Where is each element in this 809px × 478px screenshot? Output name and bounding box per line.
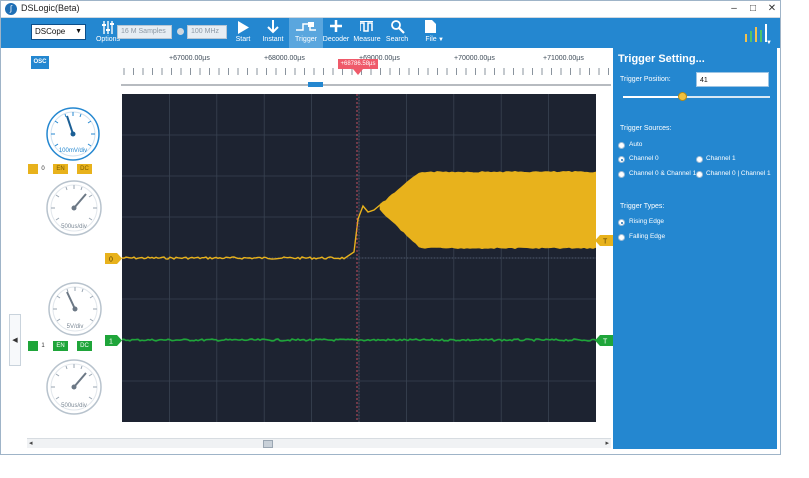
ch1-trigger-marker[interactable]: T <box>595 335 613 346</box>
ch0-enable-toggle[interactable]: EN <box>53 164 68 174</box>
cursor-pointer-icon <box>353 69 363 75</box>
ruler-label: +71000.00µs <box>543 55 584 62</box>
minimize-button[interactable]: – <box>725 2 743 16</box>
waveform-canvas <box>122 94 596 422</box>
window-title: DSLogic(Beta) <box>21 3 80 13</box>
toolbar: DSCope ▼ Options 16 M Samples 100 MHz St… <box>1 18 780 48</box>
ch1-trig-text: T <box>603 339 608 346</box>
horizontal-scrollbar[interactable]: ◂ ▸ <box>27 438 611 448</box>
trigger-position-slider-handle[interactable] <box>678 92 688 101</box>
osc-mode-button[interactable]: OSC <box>31 56 49 69</box>
ch0-coupling-toggle[interactable]: DC <box>77 164 92 174</box>
app-logo-icon: ∫ <box>5 3 17 15</box>
maximize-button[interactable]: □ <box>744 2 762 16</box>
app-window: ∫ DSLogic(Beta) – □ ✕ DSCope ▼ Options 1… <box>0 0 781 455</box>
ch0-oscillation-band <box>379 170 596 250</box>
type-falling-edge-radio[interactable] <box>618 234 625 241</box>
source-channel0-radio[interactable] <box>618 156 625 163</box>
trigger-icon <box>296 22 316 31</box>
separator-dot-icon <box>177 28 184 35</box>
waveform-display[interactable] <box>122 94 596 422</box>
source-channel0-label: Channel 0 <box>629 155 659 162</box>
chevron-down-icon: ▼ <box>438 37 444 43</box>
chevron-down-icon: ▼ <box>75 28 82 35</box>
source-channel1-label: Channel 1 <box>706 155 736 162</box>
ch0-trigger-marker[interactable]: T <box>595 235 613 246</box>
source-ch0-and-ch1-label: Channel 0 & Channel 1 <box>629 170 697 177</box>
trigger-sources-label: Trigger Sources: <box>620 125 672 132</box>
sample-count-field[interactable]: 16 M Samples <box>117 25 172 39</box>
scroll-right-arrow-icon[interactable]: ▸ <box>605 439 609 447</box>
file-icon <box>425 20 436 33</box>
source-ch0-and-ch1-radio[interactable] <box>618 171 625 178</box>
source-ch0-or-ch1-radio[interactable] <box>696 171 703 178</box>
ch0-level-marker[interactable]: 0 <box>105 253 123 264</box>
ch1-level-marker[interactable]: 1 <box>105 335 123 346</box>
source-channel1-radio[interactable] <box>696 156 703 163</box>
ch1-color-swatch: . <box>28 341 38 351</box>
measure-icon <box>360 21 373 32</box>
ch1-index: 1 <box>41 343 45 349</box>
trigger-position-input[interactable]: 41 <box>696 72 769 87</box>
title-bar: ∫ DSLogic(Beta) – □ ✕ <box>1 1 780 18</box>
device-select[interactable]: DSCope ▼ <box>31 24 86 40</box>
ch0-vdiv-label: 100mV/div <box>58 148 88 154</box>
type-rising-edge-radio[interactable] <box>618 219 625 226</box>
cursor-time-flag[interactable]: +68786.58µs <box>338 59 378 69</box>
ch1-tdiv-label: 500us/div <box>61 403 87 409</box>
scroll-left-arrow-icon[interactable]: ◂ <box>29 439 33 447</box>
chevron-down-icon[interactable]: ▼ <box>766 40 772 46</box>
viewport-indicator[interactable] <box>308 82 323 87</box>
ch0-color-swatch: . <box>28 164 38 174</box>
collapse-left-panel-button[interactable]: ◀ <box>9 314 21 366</box>
ch1-coupling-toggle[interactable]: DC <box>77 341 92 351</box>
sample-rate-field[interactable]: 100 MHz <box>187 25 227 39</box>
source-auto-label: Auto <box>629 141 643 148</box>
ch1-vdiv-label: 5V/div <box>66 324 84 330</box>
sliders-icon <box>102 21 114 34</box>
trigger-panel-title: Trigger Setting... <box>618 53 705 65</box>
play-icon <box>238 21 249 34</box>
source-ch0-or-ch1-label: Channel 0 | Channel 1 <box>706 170 771 177</box>
ch0-marker-text: 0 <box>109 257 113 264</box>
ch1-enable-toggle[interactable]: EN <box>53 341 68 351</box>
file-button[interactable]: File ▼ <box>411 18 451 48</box>
ruler-label: +67000.00µs <box>169 55 210 62</box>
close-button[interactable]: ✕ <box>763 2 780 16</box>
scrollbar-thumb[interactable] <box>263 440 273 448</box>
trigger-position-slider-fill <box>623 96 684 98</box>
type-falling-edge-label: Falling Edge <box>629 233 666 240</box>
ruler-label: +70000.00µs <box>454 55 495 62</box>
type-rising-edge-label: Rising Edge <box>629 218 665 225</box>
ch1-marker-text: 1 <box>109 339 113 346</box>
signal-strength-icon[interactable] <box>743 22 773 42</box>
ch0-index: 0 <box>41 166 45 172</box>
device-select-value: DSCope <box>35 27 66 36</box>
trigger-position-label: Trigger Position: <box>620 76 671 83</box>
ch0-trig-text: T <box>603 239 608 246</box>
file-label: File <box>425 36 437 43</box>
search-icon <box>391 20 405 34</box>
instant-button[interactable]: Instant <box>253 18 293 48</box>
trigger-settings-panel: Trigger Setting... Trigger Position: 41 … <box>613 48 777 449</box>
ruler-label: +68000.00µs <box>264 55 305 62</box>
plus-icon <box>330 20 342 32</box>
arrow-down-icon <box>267 20 279 34</box>
trigger-types-label: Trigger Types: <box>620 203 665 210</box>
ruler-ticks <box>121 68 611 87</box>
source-auto-radio[interactable] <box>618 142 625 149</box>
ch0-tdiv-label: 500us/div <box>61 224 87 230</box>
ch0-waveform-trace <box>122 204 381 260</box>
